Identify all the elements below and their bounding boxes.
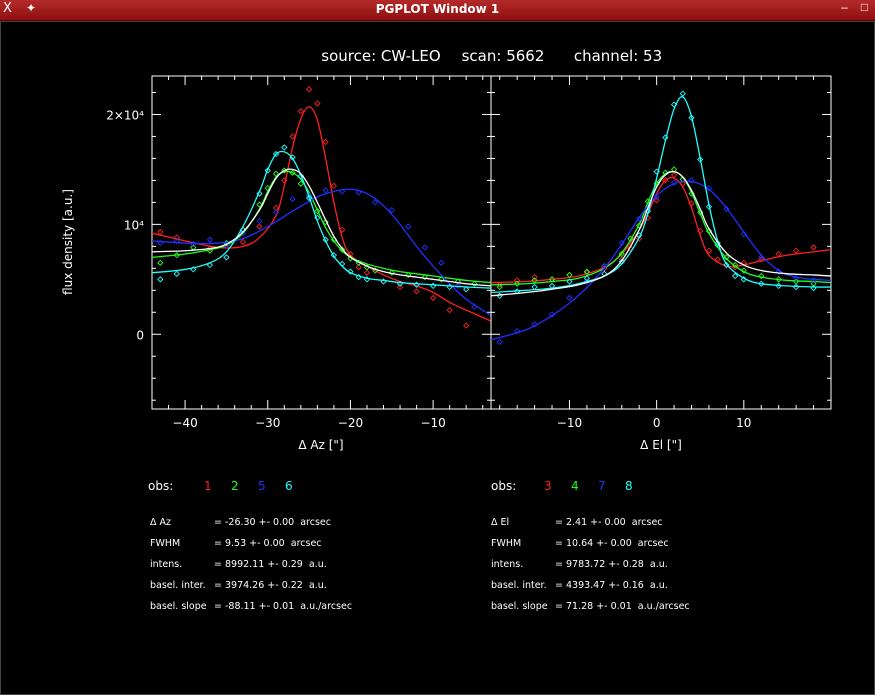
header-source: source: CW-LEO [321,47,440,65]
legend-entry-3: 3 [544,479,552,493]
data-point-5 [289,195,296,203]
param-fwhm-label-el: FWHM [491,538,522,549]
param-fwhm-label: FWHM [150,538,181,549]
data-point-3 [531,273,538,281]
series-mean [152,168,491,287]
header-scan: scan: 5662 [462,47,545,65]
data-point-3 [792,247,800,254]
series-7 [491,177,831,346]
header-channel: channel: 53 [574,47,662,65]
fit-line-7 [491,180,831,341]
data-point-3 [810,244,817,251]
data-point-6 [281,144,288,151]
data-point-5 [405,223,412,230]
data-point-1 [413,288,420,295]
data-point-1 [463,322,470,329]
legend-entry-8: 8 [625,479,633,493]
fit-line-mean [152,168,491,287]
param-az-value: = -26.30 +- 0.00 arcsec [214,517,331,528]
x-tick-label: −40 [172,416,197,430]
data-point-1 [157,228,164,236]
param-intens-value-el: = 9783.72 +- 0.28 a.u. [555,559,668,570]
data-point-2 [190,244,197,251]
x-axis-label-el: Δ El ["] [640,438,682,452]
param-basel-slope-label-el: basel. slope [491,601,548,612]
param-basel-inter-label: basel. inter. [150,580,206,591]
data-point-5 [206,236,214,243]
data-point-1 [363,269,371,276]
legend-entry-7: 7 [598,479,606,493]
data-point-6 [173,270,180,277]
legend-entry-5: 5 [258,479,266,493]
fit-line-mean [491,170,831,297]
param-basel-inter-value: = 3974.26 +- 0.22 a.u. [214,580,327,591]
param-basel-inter-label-el: basel. inter. [491,580,547,591]
y-tick-label: 10⁴ [124,218,144,232]
data-point-1 [446,306,453,314]
data-point-1 [330,182,338,190]
series-8 [491,90,831,299]
data-point-6 [157,276,164,283]
legend-entry-6: 6 [285,479,293,493]
x-tick-label: 0 [653,416,661,430]
param-basel-slope-label: basel. slope [150,601,207,612]
param-basel-slope-value: = -88.11 +- 0.01 a.u./arcsec [214,601,353,612]
param-basel-inter-value-el: = 4393.47 +- 0.16 a.u. [555,580,668,591]
data-point-1 [297,108,304,115]
x-tick-label: −20 [338,416,363,430]
data-point-1 [322,138,329,146]
data-point-2 [157,259,164,266]
plot-frame [490,75,832,410]
legend-entry-1: 1 [204,479,212,493]
series-2 [152,167,491,287]
series-mean [491,170,831,297]
data-point-7 [496,338,503,346]
param-intens-value: = 8992.11 +- 0.29 a.u. [214,559,327,570]
x-tick-label: −10 [420,416,445,430]
data-point-1 [305,86,313,93]
legend-entry-2: 2 [231,479,239,493]
data-point-6 [223,254,230,261]
data-point-8 [679,90,686,97]
param-fwhm-value-el: = 10.64 +- 0.00 arcsec [555,538,669,549]
series-1 [152,86,491,329]
data-point-5 [438,259,445,266]
param-fwhm-value: = 9.53 +- 0.00 arcsec [214,538,322,549]
y-tick-label: 2×10⁴ [106,108,144,122]
data-point-5 [421,244,428,251]
param-intens-label: intens. [150,559,183,570]
x-axis-label-az: Δ Az ["] [298,438,343,452]
y-tick-label: 0 [136,328,144,342]
legend-obs-label-left: obs: [148,479,174,493]
data-point-1 [314,100,321,107]
plot-canvas: source: CW-LEO scan: 5662 channel: 53 −4… [61,47,832,452]
param-el-value: = 2.41 +- 0.00 arcsec [555,517,663,528]
param-basel-slope-value-el: = 71.28 +- 0.01 a.u./arcsec [555,601,690,612]
param-intens-label-el: intens. [491,559,524,570]
legend-entry-4: 4 [571,479,579,493]
data-point-7 [566,294,573,302]
data-point-3 [670,171,678,179]
el-panel: −10 0 10 [490,75,832,430]
data-point-8 [531,283,538,291]
fit-line-8 [491,96,831,294]
data-point-5 [322,187,329,194]
param-el-label: Δ El [491,517,510,528]
param-az-label: Δ Az [150,517,172,528]
fit-line-3 [491,177,831,284]
legend-obs-label-right: obs: [491,479,517,493]
plot-frame [151,75,492,410]
data-point-1 [256,223,263,230]
x-tick-label: −10 [557,416,582,430]
x-tick-label: −30 [255,416,280,430]
fit-line-4 [491,170,831,286]
data-point-1 [396,283,404,291]
data-point-1 [239,238,247,246]
data-point-5 [256,217,263,225]
data-point-1 [429,294,437,302]
y-axis-label: flux density [a.u.] [61,189,75,295]
az-panel: −40 −30 −20 −10 0 10⁴ 2×10⁴ [106,75,492,430]
fit-line-1 [152,106,491,322]
x-tick-label: 10 [736,416,751,430]
